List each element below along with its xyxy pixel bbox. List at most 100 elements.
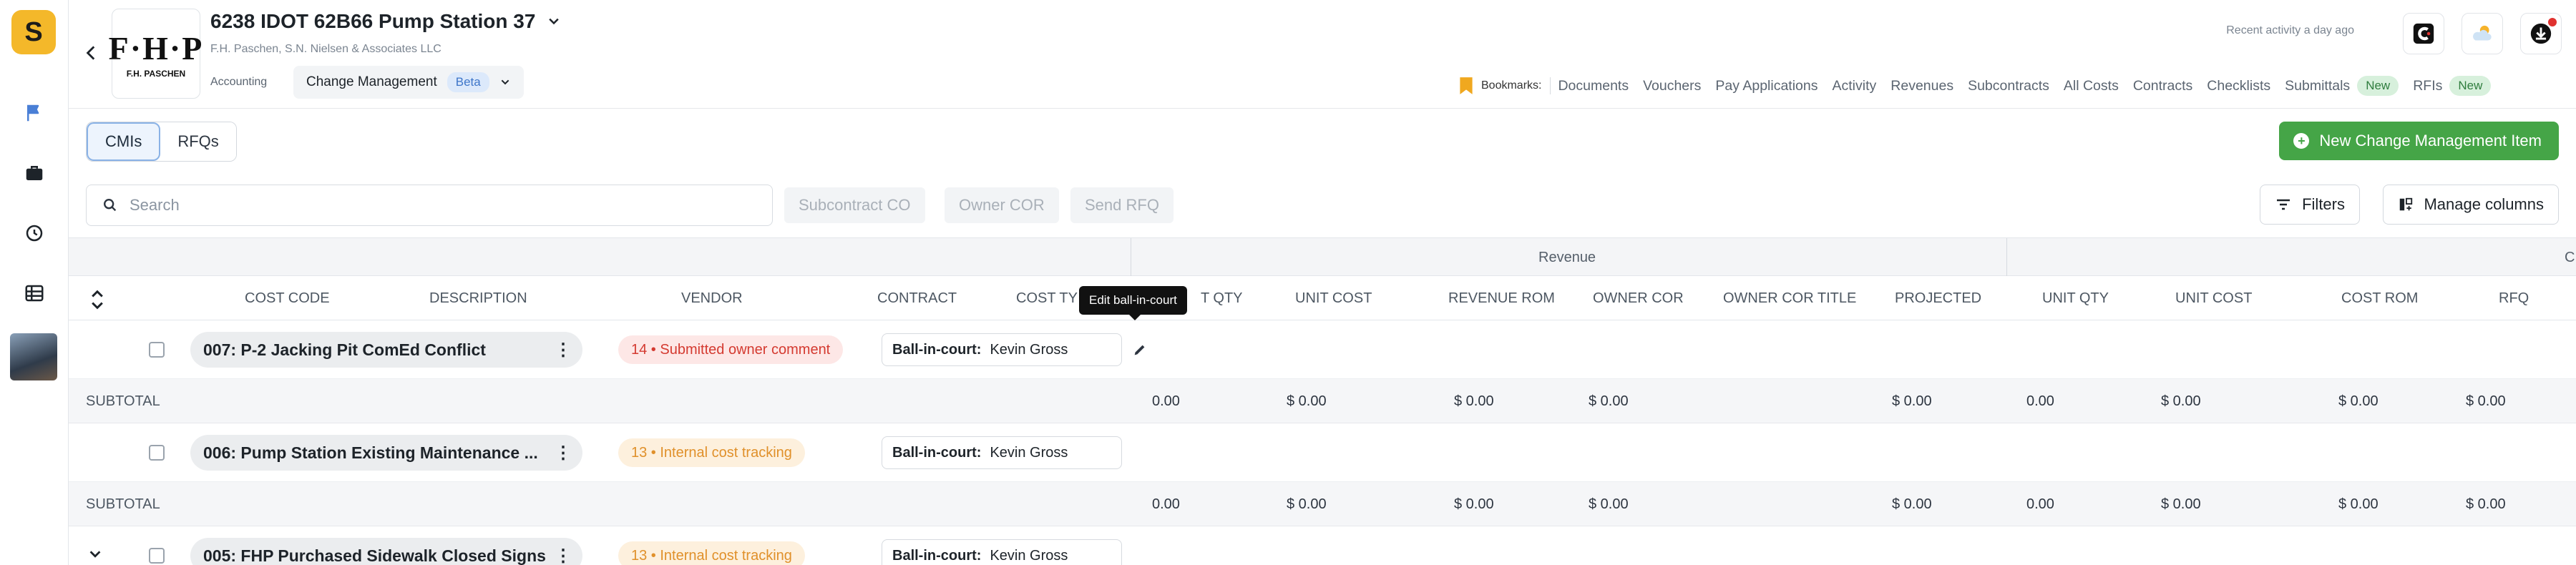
more-options-icon[interactable]: ⋮ bbox=[552, 442, 574, 463]
status-badge: 14 • Submitted owner comment bbox=[618, 335, 844, 364]
search-input[interactable]: Search bbox=[86, 185, 773, 226]
user-avatar[interactable] bbox=[10, 333, 57, 380]
project-title[interactable]: 6238 IDOT 62B66 Pump Station 37 bbox=[210, 10, 561, 33]
col-rfq[interactable]: RFQ bbox=[2499, 290, 2529, 307]
expand-collapse-icon[interactable] bbox=[87, 288, 107, 315]
bookmark-vouchers[interactable]: Vouchers bbox=[1643, 78, 1701, 94]
bookmark-rfis[interactable]: RFIs bbox=[2413, 78, 2442, 94]
history-icon[interactable] bbox=[19, 217, 50, 249]
columns-icon bbox=[2400, 197, 2413, 211]
row-checkbox[interactable] bbox=[149, 445, 165, 461]
recent-activity: Recent activity a day ago bbox=[2226, 24, 2354, 36]
search-placeholder: Search bbox=[130, 196, 180, 214]
bookmark-revenues[interactable]: Revenues bbox=[1890, 78, 1953, 94]
chevron-down-icon bbox=[501, 79, 509, 85]
flag-icon[interactable] bbox=[19, 97, 50, 129]
notification-dot bbox=[2548, 18, 2557, 26]
new-item-label: New Change Management Item bbox=[2319, 132, 2542, 149]
download-icon[interactable] bbox=[2520, 13, 2562, 54]
project-subtitle: F.H. Paschen, S.N. Nielsen & Associates … bbox=[210, 43, 441, 55]
col-cost-code[interactable]: COST CODE bbox=[245, 290, 330, 307]
bookmarks-bar: Bookmarks: Documents Vouchers Pay Applic… bbox=[1458, 73, 2505, 99]
subtotal-cost-unit-cost: $ 0.00 bbox=[2161, 496, 2201, 512]
subcontract-co-button[interactable]: Subcontract CO bbox=[784, 187, 925, 223]
accounting-link[interactable]: Accounting bbox=[210, 76, 267, 89]
bookmark-checklists[interactable]: Checklists bbox=[2207, 78, 2270, 94]
subtotal-projected: $ 0.00 bbox=[1892, 496, 1932, 512]
ball-in-court-field[interactable]: Ball-in-court: Kevin Gross bbox=[882, 539, 1122, 565]
ball-in-court-value: Kevin Gross bbox=[990, 444, 1068, 461]
more-options-icon[interactable]: ⋮ bbox=[552, 339, 574, 360]
col-projected[interactable]: PROJECTED bbox=[1895, 290, 1981, 307]
new-badge-submittals: New bbox=[2357, 76, 2399, 96]
cmi-name[interactable]: 005: FHP Purchased Sidewalk Closed Signs bbox=[190, 538, 582, 565]
send-rfq-button[interactable]: Send RFQ bbox=[1070, 187, 1174, 223]
app-root: S F·H·P F.H. PASCHEN 6238 IDOT 62B66 Pum… bbox=[0, 0, 2576, 565]
bookmark-pay-applications[interactable]: Pay Applications bbox=[1715, 78, 1818, 94]
subtotal-revenue-rom: $ 0.00 bbox=[1454, 496, 1494, 512]
col-contract[interactable]: CONTRACT bbox=[877, 290, 957, 307]
back-arrow-icon[interactable] bbox=[77, 39, 106, 67]
new-change-management-item-button[interactable]: + New Change Management Item bbox=[2279, 122, 2559, 160]
chevron-down-icon[interactable] bbox=[87, 546, 103, 565]
cmi-name[interactable]: 007: P-2 Jacking Pit ComEd Conflict bbox=[190, 332, 582, 368]
col-unit-cost-cost[interactable]: UNIT COST bbox=[2175, 290, 2252, 307]
subtotal-unit-cost: $ 0.00 bbox=[1287, 393, 1327, 409]
edit-pencil-icon[interactable] bbox=[1129, 339, 1151, 360]
more-options-icon[interactable]: ⋮ bbox=[552, 545, 574, 565]
filter-icon bbox=[2277, 199, 2290, 210]
bookmarks-divider bbox=[1550, 77, 1551, 94]
table-row[interactable]: 006: Pump Station Existing Maintenance .… bbox=[69, 423, 2576, 482]
row-checkbox[interactable] bbox=[149, 342, 165, 358]
bookmark-submittals[interactable]: Submittals bbox=[2285, 78, 2350, 94]
col-unit-qty[interactable]: T QTY bbox=[1201, 290, 1243, 307]
col-cost-rom[interactable]: COST ROM bbox=[2341, 290, 2418, 307]
subtotal-cost-unit-qty: 0.00 bbox=[2026, 393, 2054, 409]
bookmark-subcontracts[interactable]: Subcontracts bbox=[1968, 78, 2049, 94]
subtotal-row: SUBTOTAL 0.00 $ 0.00 $ 0.00 $ 0.00 $ 0.0… bbox=[69, 379, 2576, 423]
table-row[interactable]: 005: FHP Purchased Sidewalk Closed Signs… bbox=[69, 526, 2576, 565]
col-unit-qty-cost[interactable]: UNIT QTY bbox=[2042, 290, 2109, 307]
manage-columns-button[interactable]: Manage columns bbox=[2383, 185, 2559, 225]
table-icon[interactable] bbox=[19, 277, 50, 309]
bookmark-all-costs[interactable]: All Costs bbox=[2064, 78, 2119, 94]
status-badge: 13 • Internal cost tracking bbox=[618, 438, 805, 467]
subtotal-unit-qty: 0.00 bbox=[1152, 393, 1180, 409]
briefcase-icon[interactable] bbox=[19, 157, 50, 189]
col-owner-cor[interactable]: OWNER COR bbox=[1593, 290, 1684, 307]
ball-in-court-field[interactable]: Ball-in-court: Kevin Gross bbox=[882, 333, 1122, 366]
col-revenue-rom[interactable]: REVENUE ROM bbox=[1448, 290, 1555, 307]
module-selector[interactable]: Change Management Beta bbox=[293, 66, 524, 99]
tab-cmis[interactable]: CMIs bbox=[87, 122, 161, 161]
subtotal-owner-cor: $ 0.00 bbox=[1589, 393, 1629, 409]
col-unit-cost[interactable]: UNIT COST bbox=[1295, 290, 1372, 307]
col-cost-type[interactable]: COST TY bbox=[1016, 290, 1078, 307]
app-logo[interactable]: S bbox=[11, 10, 56, 54]
tab-rfqs[interactable]: RFQs bbox=[160, 122, 236, 161]
col-description[interactable]: DESCRIPTION bbox=[429, 290, 527, 307]
module-label: Change Management bbox=[306, 74, 437, 89]
bookmark-activity[interactable]: Activity bbox=[1833, 78, 1877, 94]
ball-in-court-value: Kevin Gross bbox=[990, 547, 1068, 564]
ball-in-court-value: Kevin Gross bbox=[990, 341, 1068, 358]
bookmark-documents[interactable]: Documents bbox=[1558, 78, 1629, 94]
filters-button[interactable]: Filters bbox=[2260, 185, 2360, 225]
search-icon bbox=[104, 199, 117, 212]
chevron-down-icon[interactable] bbox=[547, 14, 561, 29]
cmi-name[interactable]: 006: Pump Station Existing Maintenance .… bbox=[190, 435, 582, 471]
company-logo: F·H·P F.H. PASCHEN bbox=[109, 9, 202, 99]
project-title-text: 6238 IDOT 62B66 Pump Station 37 bbox=[210, 10, 536, 32]
filters-label: Filters bbox=[2302, 195, 2345, 213]
col-owner-cor-title[interactable]: OWNER COR TITLE bbox=[1723, 290, 1856, 307]
row-checkbox[interactable] bbox=[149, 548, 165, 564]
view-tabs: CMIs RFQs bbox=[86, 122, 237, 162]
owner-cor-button[interactable]: Owner COR bbox=[945, 187, 1059, 223]
ball-in-court-field[interactable]: Ball-in-court: Kevin Gross bbox=[882, 436, 1122, 469]
integration-icon[interactable] bbox=[2403, 13, 2444, 54]
project-header: F·H·P F.H. PASCHEN 6238 IDOT 62B66 Pump … bbox=[69, 0, 2576, 109]
col-vendor[interactable]: VENDOR bbox=[681, 290, 743, 307]
subtotal-cost-rom: $ 0.00 bbox=[2338, 393, 2379, 409]
weather-icon[interactable] bbox=[2462, 13, 2503, 54]
bookmark-contracts[interactable]: Contracts bbox=[2133, 78, 2192, 94]
table-row[interactable]: 007: P-2 Jacking Pit ComEd Conflict ⋮ 14… bbox=[69, 320, 2576, 379]
